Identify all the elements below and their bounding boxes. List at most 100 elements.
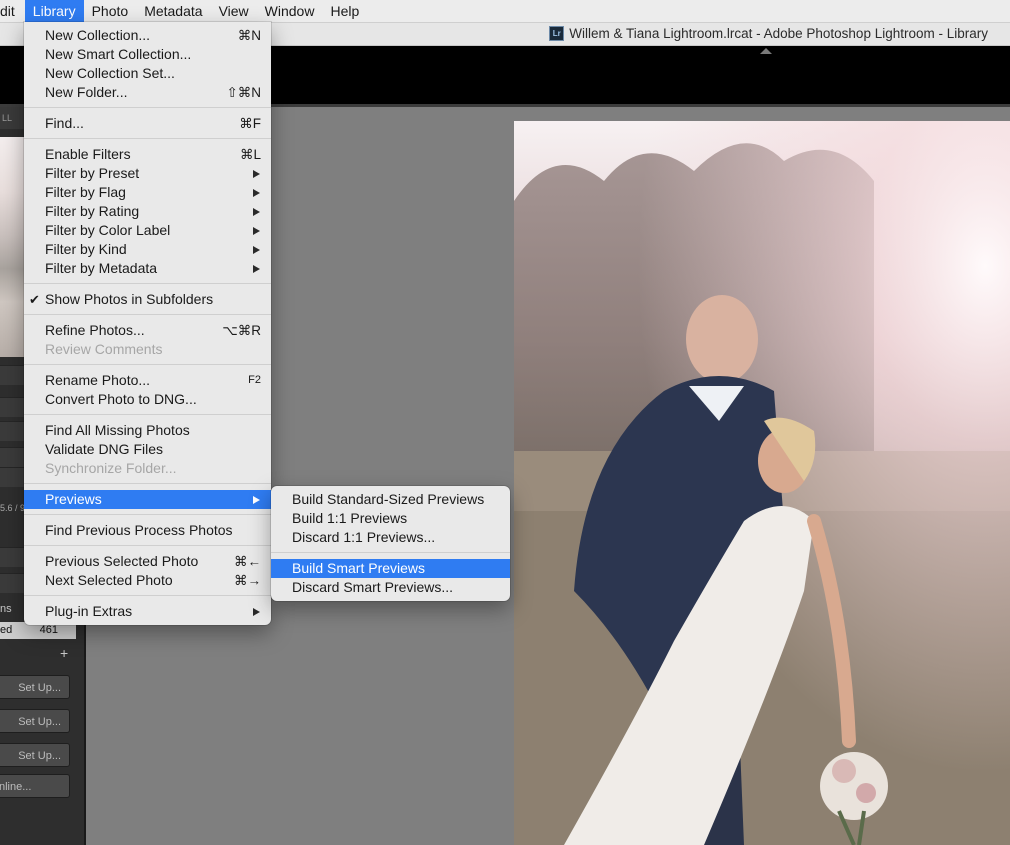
panel-collapse-caret-icon[interactable] xyxy=(760,48,772,54)
menu-item-validate-dng-files[interactable]: Validate DNG Files xyxy=(24,440,271,459)
collections-label: ns xyxy=(0,603,12,615)
menu-item-label: Build Standard-Sized Previews xyxy=(292,491,485,507)
menu-item-label: Find Previous Process Photos xyxy=(45,522,233,538)
submenu-arrow-icon xyxy=(253,608,260,616)
shortcut-label: ⌘L xyxy=(239,147,261,162)
shortcut-label: ⌘→ xyxy=(234,573,261,588)
menu-item-filter-by-rating[interactable]: Filter by Rating xyxy=(24,202,271,221)
shortcut-label: ⌘N xyxy=(237,28,261,43)
menu-item-build-1to1-previews[interactable]: Build 1:1 Previews xyxy=(271,509,510,528)
setup-button[interactable]: Set Up... xyxy=(0,709,70,733)
menu-help[interactable]: Help xyxy=(322,0,367,22)
menu-item-label: Build 1:1 Previews xyxy=(292,510,408,526)
menu-separator xyxy=(24,364,271,365)
previews-submenu: Build Standard-Sized Previews Build 1:1 … xyxy=(271,486,510,601)
menu-item-build-smart-previews[interactable]: Build Smart Previews xyxy=(271,559,510,578)
menu-item-label: Build Smart Previews xyxy=(292,560,426,576)
menu-edit[interactable]: dit xyxy=(0,0,25,22)
navigator-thumbnail[interactable] xyxy=(0,137,24,357)
menu-separator xyxy=(24,545,271,546)
menu-item-label: Filter by Metadata xyxy=(45,260,158,276)
menu-library[interactable]: Library xyxy=(24,0,84,22)
menu-item-new-collection[interactable]: New Collection... ⌘N xyxy=(24,26,271,45)
submenu-arrow-icon xyxy=(253,246,260,254)
menu-item-label: Rename Photo... xyxy=(45,372,151,388)
menu-item-convert-photo-to-dng[interactable]: Convert Photo to DNG... xyxy=(24,390,271,409)
menu-item-label: Enable Filters xyxy=(45,146,131,162)
menu-item-build-standard-sized-previews[interactable]: Build Standard-Sized Previews xyxy=(271,490,510,509)
shortcut-label: F2 xyxy=(248,374,261,386)
menu-item-synchronize-folder: Synchronize Folder... xyxy=(24,459,271,478)
menu-item-label: Filter by Rating xyxy=(45,203,140,219)
menu-separator xyxy=(24,107,271,108)
menu-item-filter-by-preset[interactable]: Filter by Preset xyxy=(24,164,271,183)
menu-item-label: New Smart Collection... xyxy=(45,46,192,62)
shortcut-label: ⌥⌘R xyxy=(222,323,261,338)
submenu-arrow-icon xyxy=(253,227,260,235)
menu-separator xyxy=(24,483,271,484)
menu-item-enable-filters[interactable]: Enable Filters ⌘L xyxy=(24,145,271,164)
wedding-photo-image xyxy=(514,121,1010,845)
find-more-services-online-button[interactable]: nline... xyxy=(0,774,70,798)
menu-item-review-comments: Review Comments xyxy=(24,340,271,359)
menu-item-label: Validate DNG Files xyxy=(45,441,164,457)
setup-button[interactable]: Set Up... xyxy=(0,743,70,767)
menu-item-new-folder[interactable]: New Folder... ⇧⌘N xyxy=(24,83,271,102)
menu-item-discard-smart-previews[interactable]: Discard Smart Previews... xyxy=(271,578,510,597)
menu-item-label: Previous Selected Photo xyxy=(45,553,199,569)
menu-item-label: Previews xyxy=(45,491,102,507)
setup-button[interactable]: Set Up... xyxy=(0,675,70,699)
menu-item-find-all-missing-photos[interactable]: Find All Missing Photos xyxy=(24,421,271,440)
menu-item-plug-in-extras[interactable]: Plug-in Extras xyxy=(24,602,271,621)
menu-item-discard-1to1-previews[interactable]: Discard 1:1 Previews... xyxy=(271,528,510,547)
menu-item-label: Review Comments xyxy=(45,341,163,357)
menu-item-find[interactable]: Find... ⌘F xyxy=(24,114,271,133)
menu-item-rename-photo[interactable]: Rename Photo... F2 xyxy=(24,371,271,390)
shortcut-label: ⌘← xyxy=(234,554,261,569)
menu-item-filter-by-kind[interactable]: Filter by Kind xyxy=(24,240,271,259)
menu-item-label: Convert Photo to DNG... xyxy=(45,391,197,407)
menu-item-previews[interactable]: Previews xyxy=(24,490,271,509)
menu-item-label: Discard 1:1 Previews... xyxy=(292,529,436,545)
catalog-meta: 5.6 / 9 xyxy=(0,503,26,513)
menu-item-label: Filter by Flag xyxy=(45,184,126,200)
lightroom-app-icon: Lr xyxy=(549,26,565,41)
menu-item-label: Discard Smart Previews... xyxy=(292,579,454,595)
menu-item-filter-by-flag[interactable]: Filter by Flag xyxy=(24,183,271,202)
window-title-text: Willem & Tiana Lightroom.lrcat - Adobe P… xyxy=(569,26,988,41)
menu-item-previous-selected-photo[interactable]: Previous Selected Photo ⌘← xyxy=(24,552,271,571)
menu-separator xyxy=(24,314,271,315)
submenu-arrow-icon xyxy=(253,170,260,178)
menu-separator xyxy=(24,514,271,515)
menu-bar: dit Library Photo Metadata View Window H… xyxy=(0,0,1010,23)
menu-separator xyxy=(24,414,271,415)
published-label: ed xyxy=(0,624,13,636)
checkmark-icon: ✔ xyxy=(29,292,40,307)
menu-separator xyxy=(24,138,271,139)
menu-item-filter-by-color-label[interactable]: Filter by Color Label xyxy=(24,221,271,240)
menu-item-show-photos-in-subfolders[interactable]: ✔ Show Photos in Subfolders xyxy=(24,290,271,309)
menu-item-label: Find All Missing Photos xyxy=(45,422,190,438)
menu-item-label: Show Photos in Subfolders xyxy=(45,291,214,307)
menu-item-label: Filter by Color Label xyxy=(45,222,171,238)
loupe-photo[interactable] xyxy=(514,121,1010,845)
menu-item-new-collection-set[interactable]: New Collection Set... xyxy=(24,64,271,83)
submenu-arrow-icon xyxy=(253,496,260,504)
menu-window[interactable]: Window xyxy=(257,0,323,22)
menu-item-label: Synchronize Folder... xyxy=(45,460,177,476)
add-service-icon[interactable]: + xyxy=(60,645,68,661)
menu-item-label: Filter by Kind xyxy=(45,241,127,257)
menu-separator xyxy=(271,552,510,553)
menu-item-next-selected-photo[interactable]: Next Selected Photo ⌘→ xyxy=(24,571,271,590)
menu-photo[interactable]: Photo xyxy=(84,0,137,22)
menu-item-new-smart-collection[interactable]: New Smart Collection... xyxy=(24,45,271,64)
submenu-arrow-icon xyxy=(253,265,260,273)
menu-item-label: Plug-in Extras xyxy=(45,603,133,619)
menu-item-find-previous-process-photos[interactable]: Find Previous Process Photos xyxy=(24,521,271,540)
menu-item-label: Filter by Preset xyxy=(45,165,140,181)
menu-item-refine-photos[interactable]: Refine Photos... ⌥⌘R xyxy=(24,321,271,340)
menu-item-filter-by-metadata[interactable]: Filter by Metadata xyxy=(24,259,271,278)
window-title: Lr Willem & Tiana Lightroom.lrcat - Adob… xyxy=(549,26,988,41)
menu-metadata[interactable]: Metadata xyxy=(136,0,210,22)
menu-view[interactable]: View xyxy=(211,0,257,22)
